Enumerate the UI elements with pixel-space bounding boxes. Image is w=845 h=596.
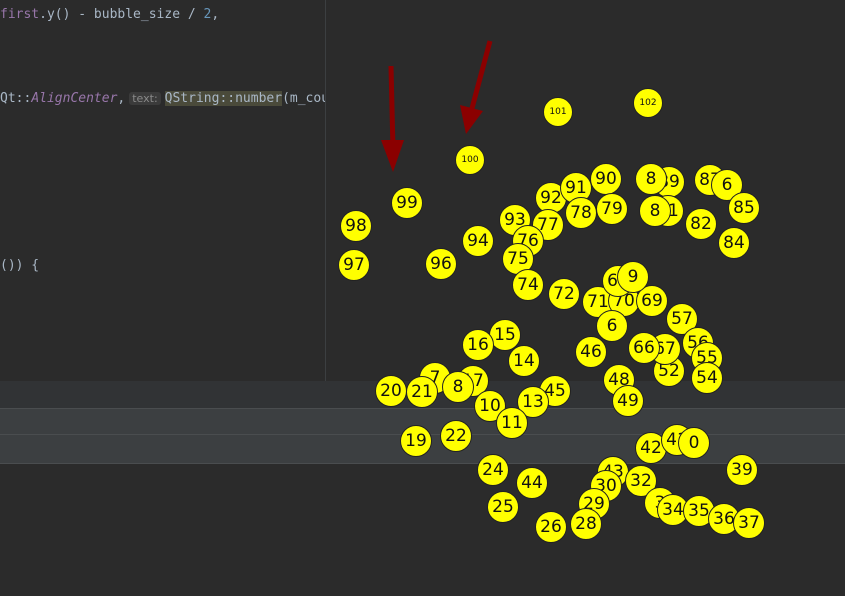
bubble[interactable]: 8	[442, 371, 474, 403]
bubble[interactable]: 14	[508, 345, 540, 377]
bubble[interactable]: 101	[543, 97, 573, 127]
bubble[interactable]: 100	[455, 145, 485, 175]
bubble[interactable]: 20	[375, 375, 407, 407]
bubble[interactable]: 0	[678, 427, 710, 459]
bubble[interactable]: 11	[496, 407, 528, 439]
bubble[interactable]: 21	[406, 376, 438, 408]
bubble[interactable]: 54	[691, 362, 723, 394]
bubble[interactable]: 26	[535, 511, 567, 543]
bubble[interactable]: 8	[639, 195, 671, 227]
bubble[interactable]: 37	[733, 507, 765, 539]
bubble[interactable]: 74	[512, 269, 544, 301]
bubble[interactable]: 24	[477, 454, 509, 486]
bubble[interactable]: 39	[726, 454, 758, 486]
bubble[interactable]: 79	[596, 193, 628, 225]
bubble[interactable]: 25	[487, 491, 519, 523]
bubble-canvas[interactable]: 1011021009998979694939291908988768582818…	[0, 0, 845, 596]
bubble[interactable]: 96	[425, 248, 457, 280]
bubble[interactable]: 94	[462, 225, 494, 257]
bubble[interactable]: 44	[516, 467, 548, 499]
bubble[interactable]: 82	[685, 208, 717, 240]
bubble[interactable]: 8	[635, 163, 667, 195]
bubble[interactable]: 19	[400, 425, 432, 457]
bubble[interactable]: 98	[340, 210, 372, 242]
bubble[interactable]: 85	[728, 192, 760, 224]
bubble[interactable]: 97	[338, 249, 370, 281]
bubble[interactable]: 72	[548, 278, 580, 310]
bubble[interactable]: 90	[590, 163, 622, 195]
bubble[interactable]: 28	[570, 508, 602, 540]
bubble[interactable]: 84	[718, 227, 750, 259]
bubble[interactable]: 102	[633, 88, 663, 118]
bubble[interactable]: 9	[617, 261, 649, 293]
bubble[interactable]: 99	[391, 187, 423, 219]
bubble[interactable]: 6	[596, 310, 628, 342]
bubble[interactable]: 46	[575, 336, 607, 368]
bubble[interactable]: 78	[565, 197, 597, 229]
bubble[interactable]: 16	[462, 329, 494, 361]
bubble[interactable]: 22	[440, 420, 472, 452]
bubble[interactable]: 49	[612, 385, 644, 417]
bubble[interactable]: 66	[628, 332, 660, 364]
